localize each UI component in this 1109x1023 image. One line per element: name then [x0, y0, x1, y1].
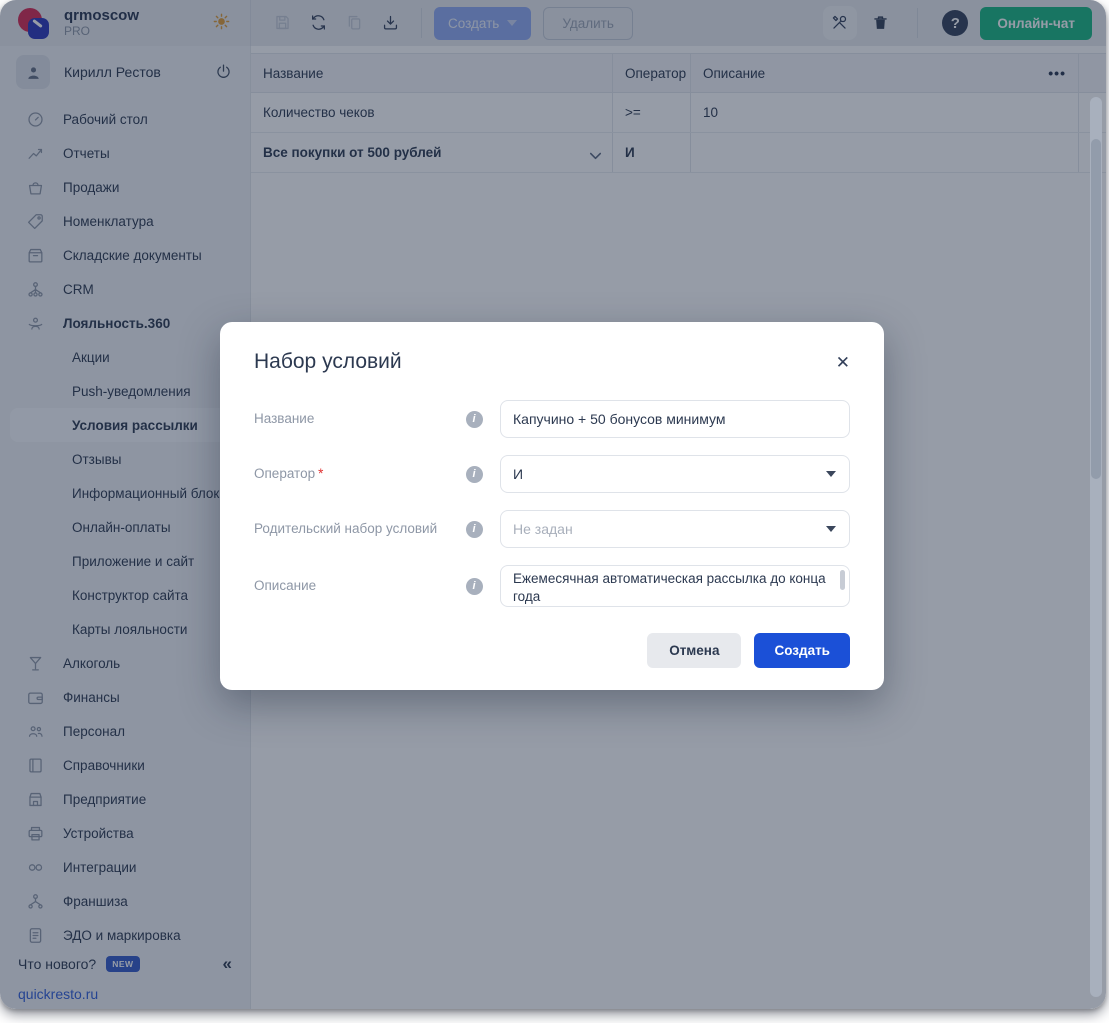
scrollbar-thumb[interactable] [1091, 139, 1101, 479]
modal-actions: Отмена Создать [254, 633, 850, 668]
submit-create-button[interactable]: Создать [754, 633, 850, 668]
chevron-down-icon [826, 471, 836, 477]
Родительский набор условий-select[interactable]: Не задан [500, 510, 850, 548]
info-icon[interactable]: i [466, 578, 483, 595]
info-icon[interactable]: i [466, 466, 483, 483]
chevron-down-icon [826, 526, 836, 532]
textarea-scrollbar-thumb[interactable] [840, 570, 845, 590]
app-window: qrmoscow PRO Кирилл Рестов Рабочий столО… [0, 0, 1106, 1009]
field-row-0: Название i [254, 400, 850, 438]
Описание-textarea[interactable]: Ежемесячная автоматическая рассылка до к… [500, 565, 850, 607]
Оператор-select[interactable]: И [500, 455, 850, 493]
vertical-scrollbar[interactable] [1090, 97, 1102, 997]
Название-input[interactable] [500, 400, 850, 438]
field-label: Оператор* [254, 465, 448, 483]
cancel-button[interactable]: Отмена [647, 633, 741, 668]
modal-fields: НазваниеiОператор*iИРодительский набор у… [254, 400, 850, 607]
field-label: Название [254, 410, 448, 428]
field-label: Описание [254, 577, 448, 595]
field-row-1: Оператор* iИ [254, 455, 850, 493]
text-input[interactable] [513, 411, 837, 427]
info-icon[interactable]: i [466, 521, 483, 538]
field-label: Родительский набор условий [254, 520, 448, 538]
field-row-3: Описание i Ежемесячная автоматическая расс… [254, 565, 850, 607]
field-row-2: Родительский набор условий i Не задан [254, 510, 850, 548]
info-icon[interactable]: i [466, 411, 483, 428]
close-icon[interactable]: ✕ [836, 350, 850, 371]
condition-set-modal: Набор условий ✕ НазваниеiОператор*iИРоди… [220, 322, 884, 690]
modal-title: Набор условий [254, 350, 402, 374]
